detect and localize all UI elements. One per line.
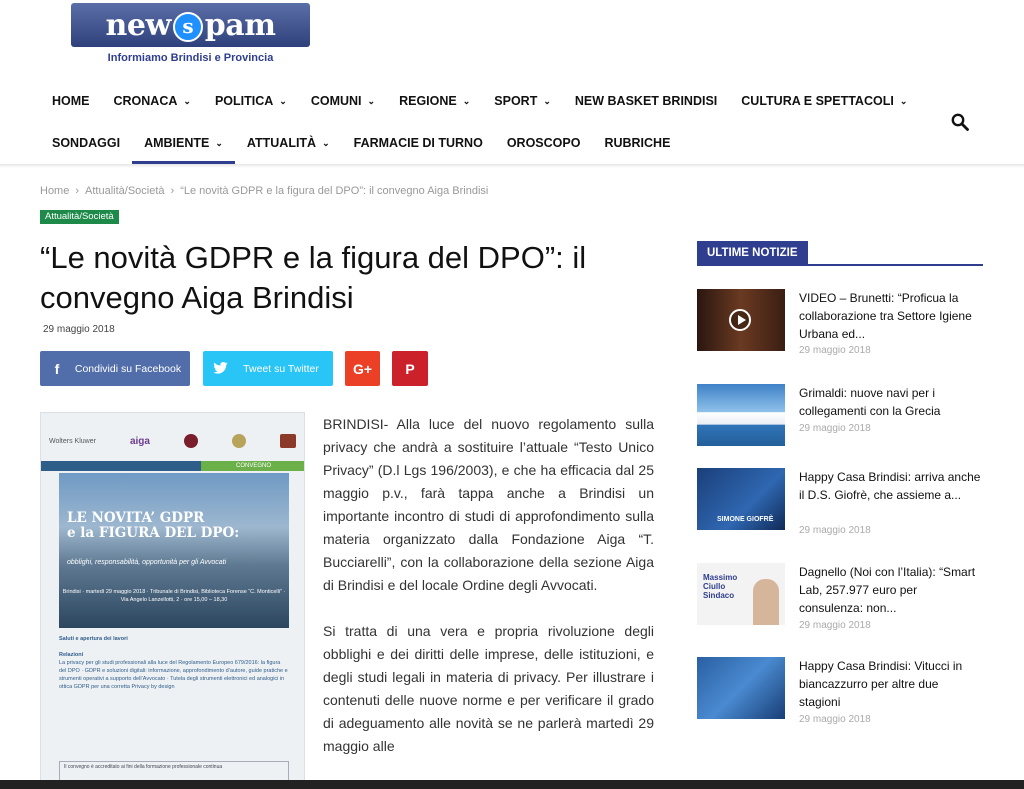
news-title[interactable]: VIDEO – Brunetti: “Proficua la collabora… — [799, 289, 983, 343]
article-paragraph: Si tratta di una vera e propria rivoluzi… — [323, 623, 654, 754]
page: new s pam Informiamo Brindisi e Provincia … — [0, 0, 1024, 789]
chevron-down-icon: ⌄ — [367, 96, 376, 106]
share-facebook-button[interactable]: f Condividi su Facebook — [40, 351, 190, 386]
news-title[interactable]: Dagnello (Noi con l’Italia): “Smart Lab,… — [799, 563, 983, 617]
nav-item-ambiente[interactable]: AMBIENTE ⌄ — [132, 132, 235, 164]
news-thumbnail[interactable] — [697, 289, 785, 351]
nav-item-home[interactable]: HOME — [40, 90, 102, 114]
share-pinterest-button[interactable]: P — [392, 351, 428, 386]
poster-logos: Wolters Kluwer aiga — [49, 423, 296, 459]
aiga-logo: aiga — [129, 435, 150, 447]
seal-icon — [231, 434, 246, 448]
poster-hero: LE NOVITA’ GDPR e la FIGURA DEL DPO: obbl… — [59, 473, 289, 628]
nav-item-oroscopo[interactable]: OROSCOPO — [495, 132, 593, 156]
chevron-down-icon: ⌄ — [462, 96, 471, 106]
news-title[interactable]: Grimaldi: nuove navi per i collegamenti … — [799, 384, 983, 420]
seal-icon — [279, 434, 296, 448]
poster-program: Saluti e apertura dei lavori Relazioni L… — [59, 636, 288, 690]
bottom-bar — [0, 780, 1024, 789]
breadcrumb-current: “Le novità GDPR e la figura del DPO”: il… — [180, 185, 489, 197]
poster-band-label: CONVEGNO — [201, 461, 304, 471]
nav-item-sondaggi[interactable]: SONDAGGI — [40, 132, 132, 156]
sidebar-news-item[interactable]: Happy Casa Brindisi: Vitucci in biancazz… — [697, 657, 983, 725]
news-date: 29 maggio 2018 — [799, 620, 871, 631]
chevron-down-icon: ⌄ — [183, 96, 191, 106]
nav-item-cronaca[interactable]: CRONACA ⌄ — [102, 90, 203, 114]
article-featured-image[interactable]: Wolters Kluwer aiga CONVEGNO LE NOVITA’ … — [40, 412, 305, 789]
chevron-down-icon: ⌄ — [543, 96, 551, 106]
logo-text: new s pam — [105, 7, 276, 43]
chevron-down-icon: ⌄ — [215, 138, 223, 148]
share-googleplus-button[interactable]: G+ — [345, 351, 380, 386]
news-date: 29 maggio 2018 — [799, 525, 871, 536]
news-thumbnail[interactable] — [697, 384, 785, 446]
article-date: 29 maggio 2018 — [43, 324, 115, 335]
article-paragraph: BRINDISI- Alla luce del nuovo regolament… — [323, 416, 654, 593]
news-date: 29 maggio 2018 — [799, 423, 871, 434]
chevron-down-icon: ⌄ — [322, 138, 330, 148]
header-divider — [0, 164, 1024, 168]
search-icon[interactable] — [951, 113, 969, 131]
sidebar-news-item[interactable]: VIDEO – Brunetti: “Proficua la collabora… — [697, 289, 983, 356]
wolters-kluwer-logo: Wolters Kluwer — [49, 437, 96, 445]
sidebar-news-item[interactable]: SIMONE GIOFRÈ Happy Casa Brindisi: arriv… — [697, 468, 983, 536]
news-date: 29 maggio 2018 — [799, 345, 871, 356]
googleplus-icon: G+ — [352, 360, 373, 377]
nav-item-politica[interactable]: POLITICA ⌄ — [203, 90, 299, 114]
breadcrumb: Home › Attualità/Società › “Le novità GDPR e… — [40, 185, 489, 197]
nav-item-attualita[interactable]: ATTUALITÀ ⌄ — [235, 132, 342, 156]
avatar — [753, 579, 779, 625]
news-thumbnail[interactable] — [697, 657, 785, 719]
chevron-down-icon: ⌄ — [899, 96, 908, 106]
breadcrumb-home[interactable]: Home — [40, 185, 69, 197]
nav-item-cultura-e-spettacoli[interactable]: CULTURA E SPETTACOLI ⌄ — [729, 90, 919, 114]
news-title[interactable]: Happy Casa Brindisi: arriva anche il D.S… — [799, 468, 983, 504]
twitter-icon — [203, 361, 237, 377]
nav-item-regione[interactable]: REGIONE ⌄ — [387, 90, 482, 114]
article-title: “Le novità GDPR e la figura del DPO”: il… — [40, 240, 587, 315]
news-thumbnail[interactable]: Massimo Ciullo Sindaco — [697, 563, 785, 625]
news-date: 29 maggio 2018 — [799, 714, 871, 725]
seal-icon — [183, 434, 198, 448]
nav-item-comuni[interactable]: COMUNI ⌄ — [299, 90, 387, 114]
category-badge[interactable]: Attualità/Società — [40, 210, 119, 224]
news-thumbnail[interactable]: SIMONE GIOFRÈ — [697, 468, 785, 530]
pinterest-icon: P — [405, 360, 415, 377]
share-twitter-button[interactable]: Tweet su Twitter — [203, 351, 333, 386]
nav-item-sport[interactable]: SPORT ⌄ — [482, 90, 563, 114]
article-body: BRINDISI- Alla luce del nuovo regolament… — [323, 413, 654, 781]
main-nav-row-2: SONDAGGI AMBIENTE ⌄ ATTUALITÀ ⌄ FARMACIE D… — [40, 132, 682, 164]
facebook-icon: f — [54, 360, 60, 377]
nav-item-rubriche[interactable]: RUBRICHE — [592, 132, 682, 156]
breadcrumb-section[interactable]: Attualità/Società — [85, 185, 165, 197]
main-nav-row-1: HOME CRONACA ⌄ POLITICA ⌄ COMUNI ⌄ REGIONE ⌄… — [40, 90, 919, 114]
play-icon — [729, 309, 751, 331]
news-title[interactable]: Happy Casa Brindisi: Vitucci in biancazz… — [799, 657, 983, 711]
sidebar-news-item[interactable]: Grimaldi: nuove navi per i collegamenti … — [697, 384, 983, 446]
chevron-down-icon: ⌄ — [279, 96, 287, 106]
nav-item-new-basket-brindisi[interactable]: NEW BASKET BRINDISI — [563, 90, 729, 114]
sidebar-heading: ULTIME NOTIZIE — [697, 241, 983, 266]
logo-tagline: Informiamo Brindisi e Provincia — [107, 52, 274, 64]
sidebar-news-item[interactable]: Massimo Ciullo Sindaco Dagnello (Noi con… — [697, 563, 983, 631]
nav-item-farmacie-di-turno[interactable]: FARMACIE DI TURNO — [342, 132, 495, 156]
site-logo[interactable]: new s pam — [71, 3, 310, 47]
